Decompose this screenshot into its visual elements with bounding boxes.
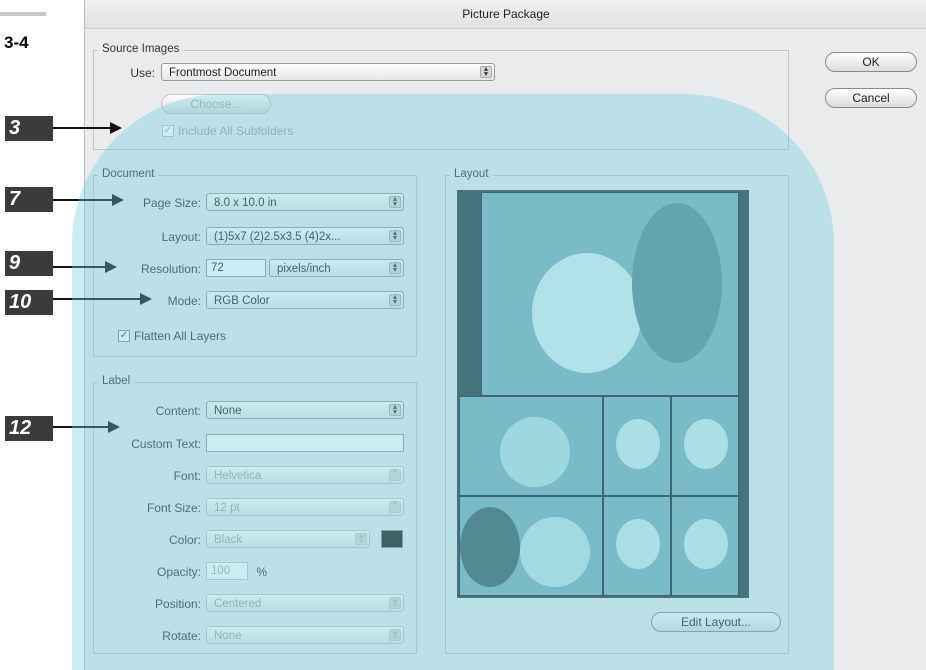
popup-arrows-icon: ▲ ▼ xyxy=(389,262,401,274)
flatten-layers-label: Flatten All Layers xyxy=(134,329,227,343)
window-title: Picture Package xyxy=(462,7,550,21)
content-value: None xyxy=(214,405,242,417)
layout-popup[interactable]: (1)5x7 (2)2.5x3.5 (4)2x... ▲ ▼ xyxy=(206,227,404,245)
popup-arrows-icon: ▲ ▼ xyxy=(389,230,401,242)
preview-wallet-2 xyxy=(671,396,739,496)
checkbox-icon: ✓ xyxy=(118,330,130,342)
position-popup[interactable]: Centered ▲ ▼ xyxy=(206,594,404,612)
popup-arrows-icon: ▲ ▼ xyxy=(389,294,401,306)
rotate-label: Rotate: xyxy=(162,629,201,643)
use-label: Use: xyxy=(130,66,155,80)
opacity-input[interactable]: 100 xyxy=(206,562,248,580)
preview-wallet-3 xyxy=(603,496,671,596)
position-label: Position: xyxy=(154,597,201,611)
callout-10-arrow xyxy=(53,298,143,300)
arrow-icon xyxy=(105,261,117,273)
opacity-label: Opacity: xyxy=(156,565,201,579)
layout-value: (1)5x7 (2)2.5x3.5 (4)2x... xyxy=(214,231,341,243)
use-popup[interactable]: Frontmost Document ▲ ▼ xyxy=(161,63,495,81)
color-label: Color: xyxy=(168,533,201,547)
layout-label: Layout: xyxy=(161,230,201,244)
font-size-popup[interactable]: 12 pt ▼ xyxy=(206,498,404,516)
color-swatch[interactable] xyxy=(381,530,403,548)
color-value: Black xyxy=(214,534,243,546)
source-images-title: Source Images xyxy=(98,43,184,55)
position-value: Centered xyxy=(214,598,262,610)
figure-top-rule xyxy=(0,12,46,16)
cancel-button[interactable]: Cancel xyxy=(825,88,917,108)
font-label: Font: xyxy=(173,469,201,483)
label-group-title: Label xyxy=(98,375,135,387)
page-size-popup[interactable]: 8.0 x 10.0 in ▲ ▼ xyxy=(206,193,404,211)
color-popup[interactable]: Black ▲ ▼ xyxy=(206,530,370,548)
mode-popup[interactable]: RGB Color ▲ ▼ xyxy=(206,291,404,309)
popup-arrows-icon: ▲ ▼ xyxy=(389,597,401,609)
picture-package-dialog: Picture Package Source Images Use: Front… xyxy=(84,0,926,670)
layout-preview xyxy=(457,190,749,598)
arrow-icon xyxy=(110,122,122,134)
popup-arrows-icon: ▲ ▼ xyxy=(480,66,492,78)
callout-12: 12 xyxy=(5,416,53,441)
choose-button[interactable]: Choose... xyxy=(161,94,271,114)
preview-photo-2x3-bottom xyxy=(459,496,603,596)
font-size-label: Font Size: xyxy=(146,501,201,515)
resolution-input[interactable]: 72 xyxy=(206,259,266,277)
font-popup[interactable]: Helvetica ▼ xyxy=(206,466,404,484)
popup-arrows-icon: ▼ xyxy=(389,469,401,481)
preview-photo-2x3-top xyxy=(459,396,603,496)
popup-arrows-icon: ▲ ▼ xyxy=(389,629,401,641)
checkbox-icon: ✓ xyxy=(162,125,174,137)
document-title: Document xyxy=(98,168,159,180)
content-popup[interactable]: None ▲ ▼ xyxy=(206,401,404,419)
use-value: Frontmost Document xyxy=(169,67,277,79)
callout-3-arrow xyxy=(53,127,113,129)
edit-layout-button[interactable]: Edit Layout... xyxy=(651,612,781,632)
preview-wallet-4 xyxy=(671,496,739,596)
opacity-unit: % xyxy=(256,565,267,579)
callout-9-arrow xyxy=(53,266,108,268)
layout-group-title: Layout xyxy=(450,168,493,180)
label-group: Label xyxy=(93,375,417,654)
rotate-value: None xyxy=(214,630,242,642)
arrow-icon xyxy=(140,293,152,305)
custom-text-input[interactable] xyxy=(206,434,404,452)
resolution-unit-popup[interactable]: pixels/inch ▲ ▼ xyxy=(269,259,404,277)
popup-arrows-icon: ▲ ▼ xyxy=(355,533,367,545)
mode-value: RGB Color xyxy=(214,295,270,307)
callout-9: 9 xyxy=(5,251,53,276)
arrow-icon xyxy=(112,194,124,206)
callout-3: 3 xyxy=(5,116,53,141)
page-size-value: 8.0 x 10.0 in xyxy=(214,197,277,209)
preview-photo-5x7 xyxy=(481,192,739,396)
font-value: Helvetica xyxy=(214,470,262,482)
popup-arrows-icon: ▲ ▼ xyxy=(389,196,401,208)
content-label: Content: xyxy=(155,404,201,418)
resolution-label: Resolution: xyxy=(140,262,201,276)
callout-7: 7 xyxy=(5,187,53,212)
preview-wallet-1 xyxy=(603,396,671,496)
title-bar: Picture Package xyxy=(85,0,926,29)
include-subfolders-label: Include All Subfolders xyxy=(178,124,294,138)
mode-label: Mode: xyxy=(167,294,201,308)
callout-7-arrow xyxy=(53,199,115,201)
font-size-value: 12 pt xyxy=(214,502,240,514)
popup-arrows-icon: ▼ xyxy=(389,501,401,513)
flatten-layers-checkbox[interactable]: ✓ Flatten All Layers xyxy=(118,329,226,343)
figure-label: 3-4 xyxy=(4,33,29,52)
callout-12-arrow xyxy=(53,426,111,428)
arrow-icon xyxy=(108,421,120,433)
popup-arrows-icon: ▲ ▼ xyxy=(389,404,401,416)
ok-button[interactable]: OK xyxy=(825,52,917,72)
callout-10: 10 xyxy=(5,290,53,315)
resolution-unit-value: pixels/inch xyxy=(277,263,331,275)
custom-text-label: Custom Text: xyxy=(131,437,201,451)
include-subfolders-checkbox[interactable]: ✓ Include All Subfolders xyxy=(162,124,293,138)
rotate-popup[interactable]: None ▲ ▼ xyxy=(206,626,404,644)
